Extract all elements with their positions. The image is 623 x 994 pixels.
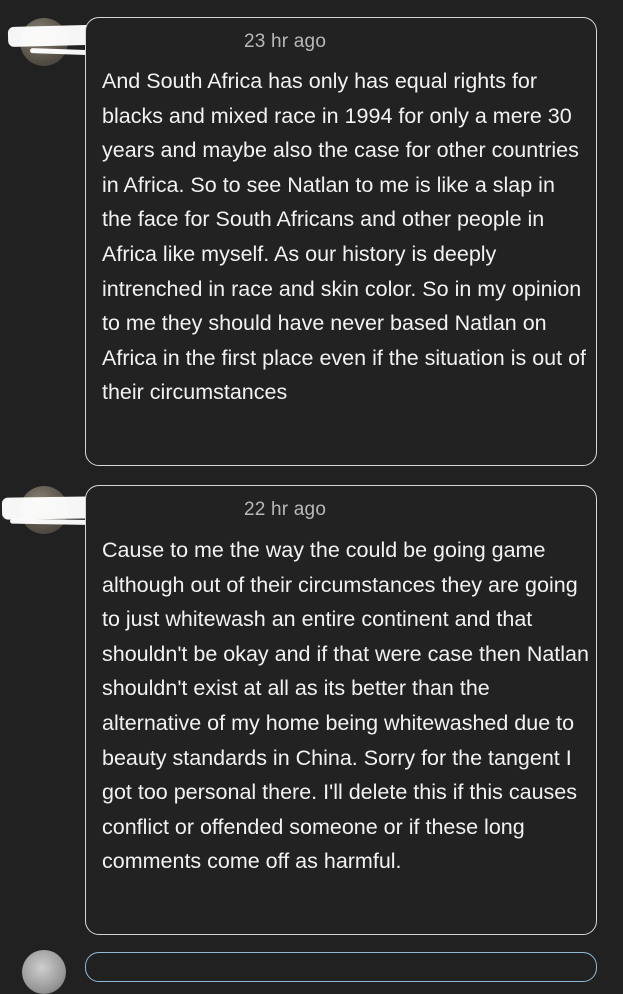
comment-timestamp: 22 hr ago xyxy=(244,499,327,520)
user-avatar[interactable] xyxy=(22,950,66,994)
comment-timestamp: 23 hr ago xyxy=(244,31,327,52)
comment-text: Cause to me the way the could be going g… xyxy=(102,538,589,874)
comment-text: And South Africa has only has equal righ… xyxy=(102,69,587,405)
comment-bubble xyxy=(85,952,597,982)
